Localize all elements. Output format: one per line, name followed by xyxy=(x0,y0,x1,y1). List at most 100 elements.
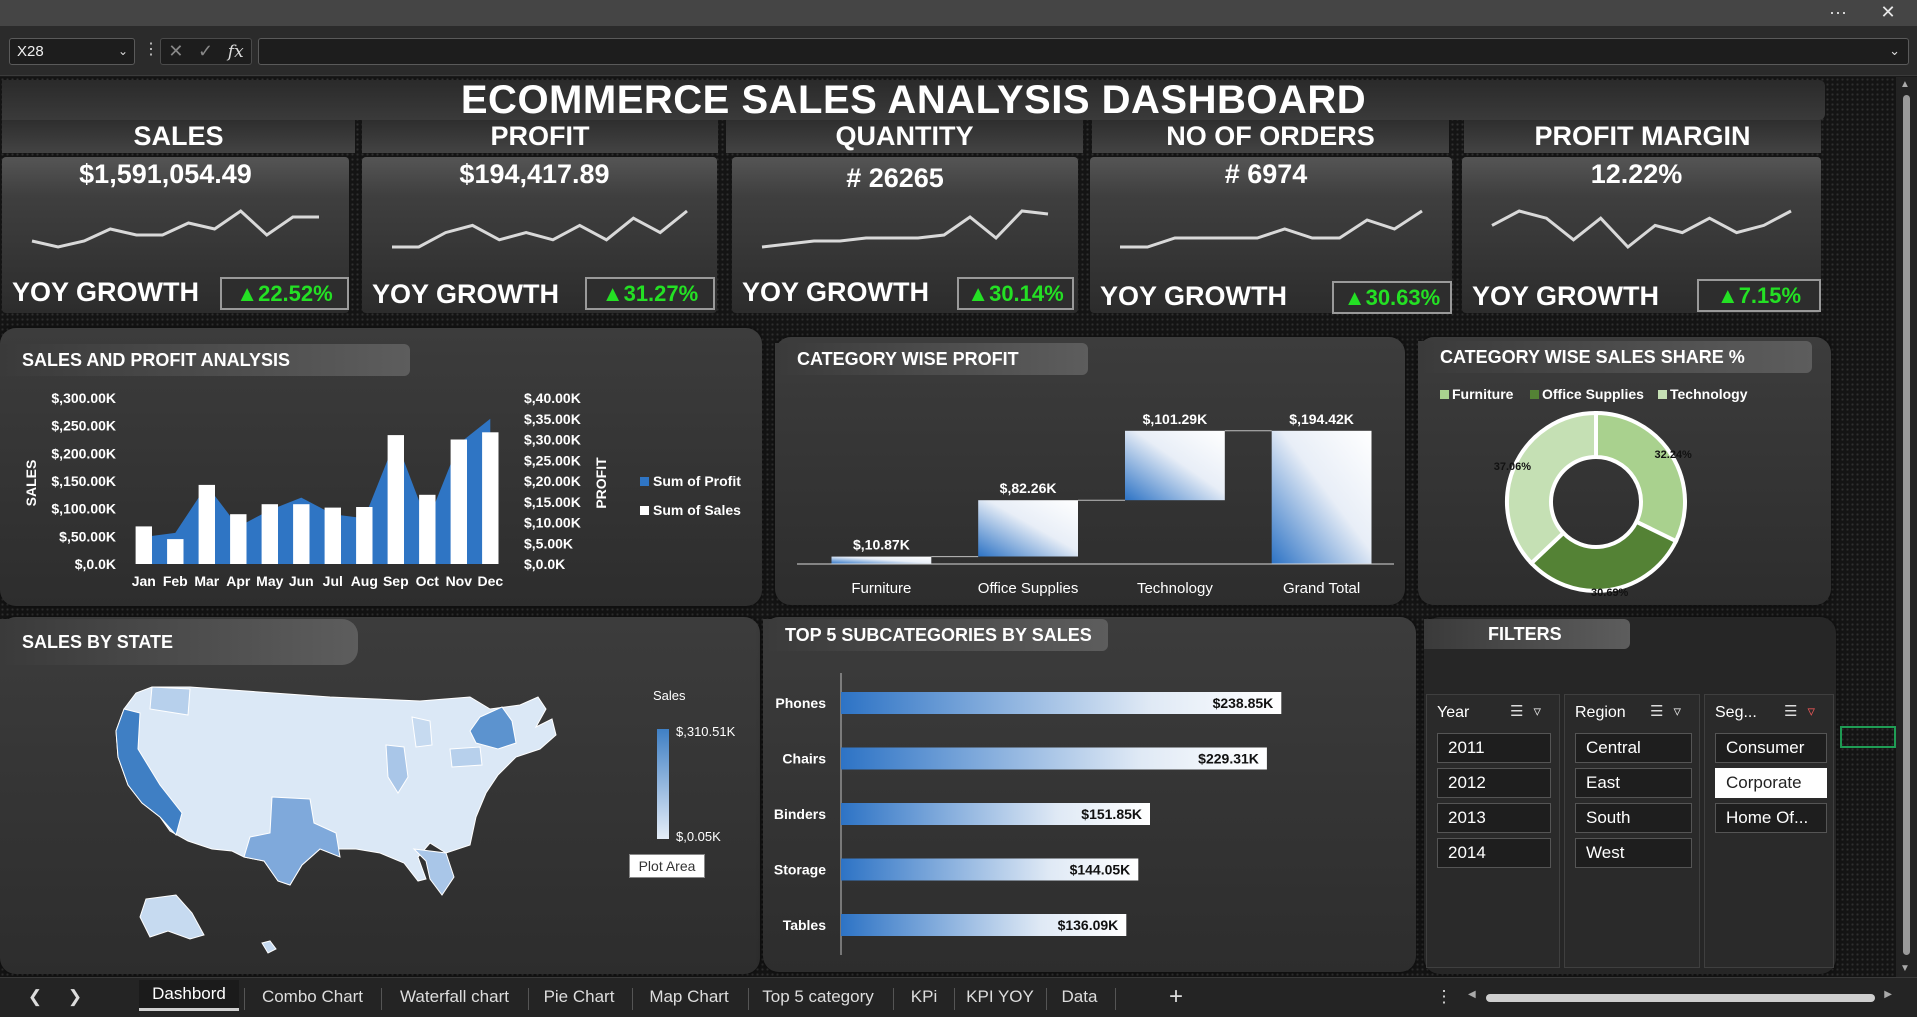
waterfall-bar[interactable] xyxy=(978,500,1078,557)
sales-bar[interactable] xyxy=(450,439,467,565)
slicer-item[interactable]: Central xyxy=(1575,733,1692,763)
prev-sheet-icon[interactable]: ❮ xyxy=(20,978,50,1017)
y-tick-label: $,0.0K xyxy=(75,556,116,572)
sales-by-state-panel[interactable]: SALES BY STATE Sales $,310.51K $,0.05K P… xyxy=(0,617,760,974)
add-sheet-icon[interactable]: + xyxy=(1162,978,1190,1017)
waterfall-bar[interactable] xyxy=(831,556,932,564)
clear-filter-icon[interactable]: ▿ xyxy=(1807,703,1825,720)
slicer-segment[interactable]: Seg... ☰▿ Consumer Corporate Home Of... xyxy=(1704,694,1834,968)
sales-bar[interactable] xyxy=(324,507,341,564)
donut-slice[interactable] xyxy=(1505,410,1598,567)
sales-bar[interactable] xyxy=(261,504,278,564)
slicer-item[interactable]: West xyxy=(1575,838,1692,868)
sales-bar[interactable] xyxy=(198,484,215,564)
category-share-chart[interactable]: 32.24% 30.69% 37.06% Furniture Office Suppli… xyxy=(1418,337,1831,605)
slicer-header: Seg... xyxy=(1715,704,1757,721)
kpi-yoy-badge: ▲22.52% xyxy=(220,277,349,310)
sales-bar[interactable] xyxy=(356,507,373,564)
category-share-panel[interactable]: CATEGORY WISE SALES SHARE % 32.24% 30.69%… xyxy=(1418,337,1831,605)
name-box-value: X28 xyxy=(17,43,44,60)
sales-bar[interactable] xyxy=(293,504,310,564)
tab-kpi-yoy[interactable]: KPI YOY xyxy=(960,978,1040,1017)
scrollbar-thumb[interactable] xyxy=(1903,95,1910,955)
tab-pie-chart[interactable]: Pie Chart xyxy=(534,978,624,1017)
sales-bar[interactable] xyxy=(135,526,152,564)
category-profit-chart[interactable]: $,10.87K Furniture $,82.26K Office Supplies… xyxy=(775,337,1405,605)
slicer-header: Year xyxy=(1437,704,1470,721)
expand-formula-icon[interactable]: ⌄ xyxy=(1889,43,1900,59)
clear-filter-icon[interactable]: ▿ xyxy=(1533,703,1551,720)
multi-select-icon[interactable]: ☰ xyxy=(1650,703,1673,720)
close-icon[interactable]: ✕ xyxy=(1868,0,1908,26)
slicer-item[interactable]: 2014 xyxy=(1437,838,1551,868)
horizontal-scrollbar[interactable]: ◀ ▶ xyxy=(1468,989,1892,1003)
active-cell[interactable] xyxy=(1840,726,1896,748)
x-tick-label: Grand Total xyxy=(1283,580,1360,597)
sales-bar[interactable] xyxy=(387,435,404,564)
tab-combo-chart[interactable]: Combo Chart xyxy=(250,978,375,1017)
data-label: $238.85K xyxy=(1213,695,1274,711)
sales-profit-panel[interactable]: SALES AND PROFIT ANALYSIS Jan Feb Mar Apr Ma… xyxy=(0,328,762,606)
formula-input[interactable]: ⌄ xyxy=(258,38,1909,65)
profit-area-series[interactable] xyxy=(143,418,491,564)
state-hawaii[interactable] xyxy=(261,940,277,954)
state-pennsylvania[interactable] xyxy=(449,746,483,768)
more-options-icon[interactable]: ··· xyxy=(1818,0,1858,26)
waterfall-bar[interactable] xyxy=(1271,430,1372,564)
scroll-down-icon[interactable]: ▼ xyxy=(1900,963,1910,974)
scroll-right-icon[interactable]: ▶ xyxy=(1884,989,1892,1000)
x-tick-label: Furniture xyxy=(851,580,911,597)
slicer-region[interactable]: Region ☰▿ Central East South West xyxy=(1564,694,1700,968)
multi-select-icon[interactable]: ☰ xyxy=(1510,703,1533,720)
slicer-item[interactable]: South xyxy=(1575,803,1692,833)
sales-bar[interactable] xyxy=(230,514,247,564)
tab-waterfall-chart[interactable]: Waterfall chart xyxy=(387,978,522,1017)
top5-chart[interactable]: $238.85K Phones $229.31K Chairs $151.85K Bind… xyxy=(763,617,1416,972)
waterfall-bar[interactable] xyxy=(1125,430,1225,501)
sales-bar[interactable] xyxy=(419,494,436,564)
slicer-item[interactable]: Home Of... xyxy=(1715,803,1827,833)
scroll-left-icon[interactable]: ◀ xyxy=(1468,989,1476,1000)
slicer-item[interactable]: Consumer xyxy=(1715,733,1827,763)
slicer-item[interactable]: 2013 xyxy=(1437,803,1551,833)
sales-bar[interactable] xyxy=(167,539,184,564)
insert-function-icon[interactable]: fx xyxy=(228,42,244,62)
kpi-yoy-label: YOY GROWTH xyxy=(12,277,200,307)
tab-map-chart[interactable]: Map Chart xyxy=(638,978,740,1017)
slicer-item[interactable]: East xyxy=(1575,768,1692,798)
vertical-dots-icon[interactable]: ⋮ xyxy=(143,40,159,62)
tab-separator xyxy=(381,988,382,1010)
tab-options-icon[interactable]: ⋮ xyxy=(1434,978,1454,1017)
slicer-item[interactable]: 2011 xyxy=(1437,733,1551,763)
tab-dashbord[interactable]: Dashbord xyxy=(139,980,239,1011)
cancel-icon[interactable]: ✕ xyxy=(168,41,183,62)
scroll-up-icon[interactable]: ▲ xyxy=(1900,79,1910,90)
y-tick-label: $,100.00K xyxy=(51,501,116,517)
kpi-card-quantity: # 26265 YOY GROWTH ▲30.14% xyxy=(732,157,1078,313)
data-label: 37.06% xyxy=(1494,461,1532,473)
sales-bar[interactable] xyxy=(482,432,499,564)
y2-tick-label: $,0.0K xyxy=(524,556,565,572)
tab-kpi[interactable]: KPi xyxy=(899,978,949,1017)
slicer-year[interactable]: Year ☰▿ 2011 2012 2013 2014 xyxy=(1426,694,1560,968)
tab-data[interactable]: Data xyxy=(1052,978,1107,1017)
next-sheet-icon[interactable]: ❯ xyxy=(60,978,90,1017)
tab-top-5-category[interactable]: Top 5 category xyxy=(754,978,882,1017)
scrollbar-thumb[interactable] xyxy=(1486,994,1875,1002)
slicer-item[interactable]: 2012 xyxy=(1437,768,1551,798)
us-map-chart[interactable]: Sales $,310.51K $,0.05K xyxy=(0,617,760,974)
confirm-icon[interactable]: ✓ xyxy=(198,41,213,62)
name-box[interactable]: X28 ⌄ xyxy=(9,38,135,65)
top5-panel[interactable]: TOP 5 SUBCATEGORIES BY SALES $238.85K Pho… xyxy=(763,617,1416,972)
vertical-scrollbar[interactable]: ▲ ▼ xyxy=(1896,77,1917,977)
chevron-down-icon[interactable]: ⌄ xyxy=(118,39,128,64)
sales-profit-chart[interactable]: Jan Feb Mar Apr May Jun Jul Aug Sep Oct Nov Dec $,0.… xyxy=(0,328,762,606)
slicer-item-selected[interactable]: Corporate xyxy=(1715,768,1827,798)
up-triangle-icon: ▲ xyxy=(967,281,990,306)
clear-filter-icon[interactable]: ▿ xyxy=(1673,703,1691,720)
state-alaska[interactable] xyxy=(139,894,205,940)
multi-select-icon[interactable]: ☰ xyxy=(1784,703,1807,720)
legend-label: Sum of Profit xyxy=(653,473,741,489)
category-profit-panel[interactable]: CATEGORY WISE PROFIT $,10.87K Furniture $,… xyxy=(775,337,1405,605)
state-michigan[interactable] xyxy=(411,716,433,748)
